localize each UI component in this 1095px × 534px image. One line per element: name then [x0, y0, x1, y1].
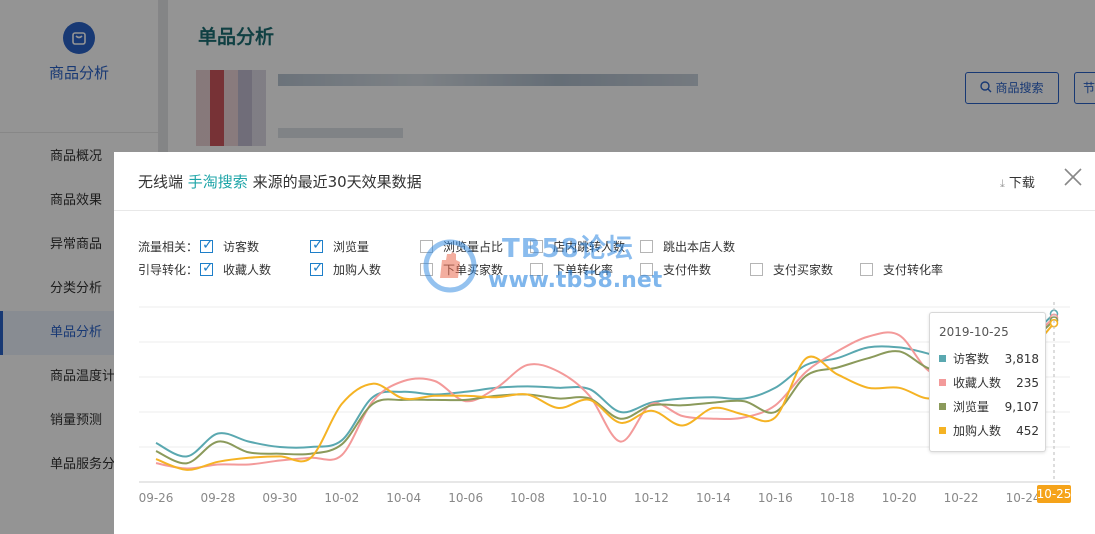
metric-label: 浏览量: [333, 240, 370, 254]
checkbox[interactable]: [640, 240, 653, 253]
series-swatch: [939, 427, 946, 434]
metric-pageviews[interactable]: 浏览量: [310, 236, 370, 256]
effect-data-modal: 无线端 手淘搜索 来源的最近30天效果数据 ⤓下载 流量相关： 访客数 浏览量 …: [114, 152, 1095, 534]
x-tick-label: 10-02: [324, 491, 359, 505]
x-tick-label: 09-30: [262, 491, 297, 505]
metric-label: 支付转化率: [883, 263, 944, 277]
metric-paid-buyers[interactable]: 支付买家数: [750, 261, 833, 279]
tooltip-series-value: 9,107: [1004, 400, 1039, 414]
x-tick-label: 09-26: [139, 491, 174, 505]
metric-add-to-cart[interactable]: 加购人数: [310, 259, 382, 279]
chart-tooltip: 2019-10-25 访客数 3,818 收藏人数 235 浏览量 9,107 加购人…: [929, 312, 1046, 452]
x-tick-label: 10-04: [386, 491, 421, 505]
series-swatch: [939, 355, 946, 362]
checkbox[interactable]: [750, 263, 763, 276]
series-swatch: [939, 403, 946, 410]
tooltip-row: 浏览量 9,107: [939, 399, 1039, 415]
checkbox[interactable]: [640, 263, 653, 276]
tooltip-series-name: 浏览量: [953, 400, 990, 414]
checkbox[interactable]: [200, 236, 214, 254]
checkbox[interactable]: [530, 240, 543, 253]
checkbox[interactable]: [310, 236, 324, 254]
close-icon[interactable]: [1062, 166, 1084, 188]
metric-label: 支付件数: [663, 263, 712, 277]
tooltip-series-value: 235: [1016, 376, 1039, 390]
tooltip-row: 收藏人数 235: [939, 375, 1039, 391]
metric-label: 访客数: [223, 240, 260, 254]
x-tick-label: 10-16: [758, 491, 793, 505]
series-swatch: [939, 379, 946, 386]
x-tick-label: 10-20: [882, 491, 917, 505]
metric-pageview-share[interactable]: 浏览量占比: [420, 238, 503, 256]
metric-internal-jump[interactable]: 店内跳转人数: [530, 238, 625, 256]
metric-bounce[interactable]: 跳出本店人数: [640, 238, 735, 256]
checkbox[interactable]: [200, 259, 214, 277]
tooltip-series-value: 3,818: [1004, 352, 1039, 366]
tooltip-series-value: 452: [1016, 424, 1039, 438]
modal-title: 无线端 手淘搜索 来源的最近30天效果数据: [138, 171, 422, 192]
x-tick-label: 10-22: [944, 491, 979, 505]
x-tick-label: 09-28: [200, 491, 235, 505]
x-tick-label: 10-06: [448, 491, 483, 505]
checkbox[interactable]: [530, 263, 543, 276]
metric-label: 收藏人数: [223, 263, 272, 277]
x-tick-label: 10-25: [1037, 487, 1072, 501]
checkbox[interactable]: [420, 263, 433, 276]
checkbox[interactable]: [860, 263, 873, 276]
download-button[interactable]: ⤓ 下载: [1000, 172, 1035, 191]
metric-paid-items[interactable]: 支付件数: [640, 261, 711, 279]
tooltip-date: 2019-10-25: [939, 325, 1009, 339]
modal-title-source: 手淘搜索: [187, 173, 248, 191]
metric-label: 下单转化率: [553, 263, 614, 277]
series-line-0: [155, 312, 1055, 458]
x-tick-label: 10-24: [1006, 491, 1041, 505]
series-line-1: [155, 317, 1055, 470]
x-tick-label: 10-08: [510, 491, 545, 505]
modal-header: 无线端 手淘搜索 来源的最近30天效果数据 ⤓ 下载: [114, 152, 1095, 211]
conversion-metrics-label: 引导转化：: [138, 263, 199, 277]
metric-label: 支付买家数: [773, 263, 834, 277]
tooltip-series-name: 访客数: [953, 352, 990, 366]
x-tick-label: 10-18: [820, 491, 855, 505]
download-label: 下载: [1008, 176, 1035, 191]
metric-order-conversion[interactable]: 下单转化率: [530, 261, 613, 279]
checkbox[interactable]: [310, 259, 324, 277]
tooltip-row: 加购人数 452: [939, 423, 1039, 439]
download-icon: ⤓: [1000, 177, 1005, 190]
metric-paid-conversion[interactable]: 支付转化率: [860, 261, 943, 279]
metric-label: 浏览量占比: [443, 240, 504, 254]
x-tick-label: 10-14: [696, 491, 731, 505]
tooltip-series-name: 收藏人数: [953, 376, 1002, 390]
metric-label: 店内跳转人数: [553, 240, 626, 254]
metric-favorites[interactable]: 收藏人数: [200, 259, 272, 279]
traffic-metrics-label: 流量相关：: [138, 240, 199, 254]
tooltip-row: 访客数 3,818: [939, 351, 1039, 367]
metric-order-buyers[interactable]: 下单买家数: [420, 261, 503, 279]
x-tick-label: 10-10: [572, 491, 607, 505]
metric-visitors[interactable]: 访客数: [200, 236, 260, 256]
modal-title-prefix: 无线端: [138, 173, 184, 191]
modal-title-suffix: 来源的最近30天效果数据: [252, 173, 422, 191]
metric-label: 跳出本店人数: [663, 240, 736, 254]
metric-label: 加购人数: [333, 263, 382, 277]
checkbox[interactable]: [420, 240, 433, 253]
metric-label: 下单买家数: [443, 263, 504, 277]
tooltip-series-name: 加购人数: [953, 424, 1002, 438]
x-tick-label: 10-12: [634, 491, 669, 505]
